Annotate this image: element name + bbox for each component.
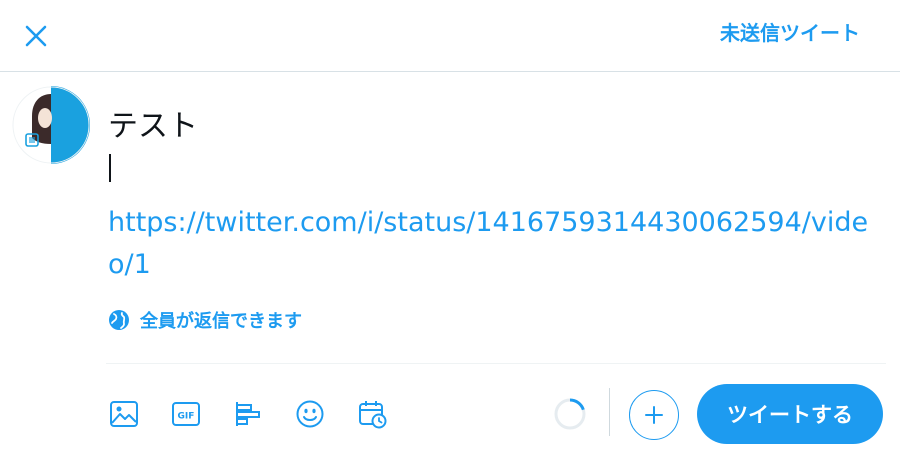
close-icon bbox=[25, 25, 47, 47]
image-icon bbox=[110, 401, 138, 427]
gif-icon: GIF bbox=[172, 402, 200, 426]
globe-icon bbox=[109, 310, 129, 330]
text-caret bbox=[109, 154, 111, 182]
gif-icon-label: GIF bbox=[178, 412, 195, 422]
drafts-button[interactable]: 未送信ツイート bbox=[720, 18, 860, 48]
compose-textarea[interactable]: テスト https://twitter.com/i/status/1416759… bbox=[108, 104, 878, 286]
avatar[interactable] bbox=[12, 86, 90, 164]
plus-icon bbox=[645, 406, 663, 424]
divider bbox=[106, 363, 886, 364]
schedule-icon bbox=[359, 401, 387, 429]
add-media-button[interactable] bbox=[104, 392, 144, 436]
tweet-button[interactable]: ツイートする bbox=[697, 384, 883, 444]
add-gif-button[interactable]: GIF bbox=[166, 392, 206, 436]
reply-setting-button[interactable]: 全員が返信できます bbox=[108, 306, 302, 334]
reply-setting-label: 全員が返信できます bbox=[140, 311, 302, 332]
close-button[interactable] bbox=[16, 16, 56, 56]
compose-text-line: テスト bbox=[108, 109, 198, 144]
add-emoji-button[interactable] bbox=[290, 392, 330, 436]
emoji-icon bbox=[296, 400, 324, 428]
add-tweet-button[interactable] bbox=[629, 390, 679, 440]
compose-header: 未送信ツイート bbox=[0, 0, 900, 72]
compose-toolbar: GIF bbox=[104, 392, 414, 436]
toolbar-separator bbox=[609, 388, 610, 436]
add-poll-button[interactable] bbox=[228, 392, 268, 436]
compose-link[interactable]: https://twitter.com/i/status/14167593144… bbox=[108, 202, 878, 286]
schedule-button[interactable] bbox=[352, 392, 392, 436]
poll-icon bbox=[236, 402, 260, 426]
character-counter bbox=[554, 398, 586, 430]
